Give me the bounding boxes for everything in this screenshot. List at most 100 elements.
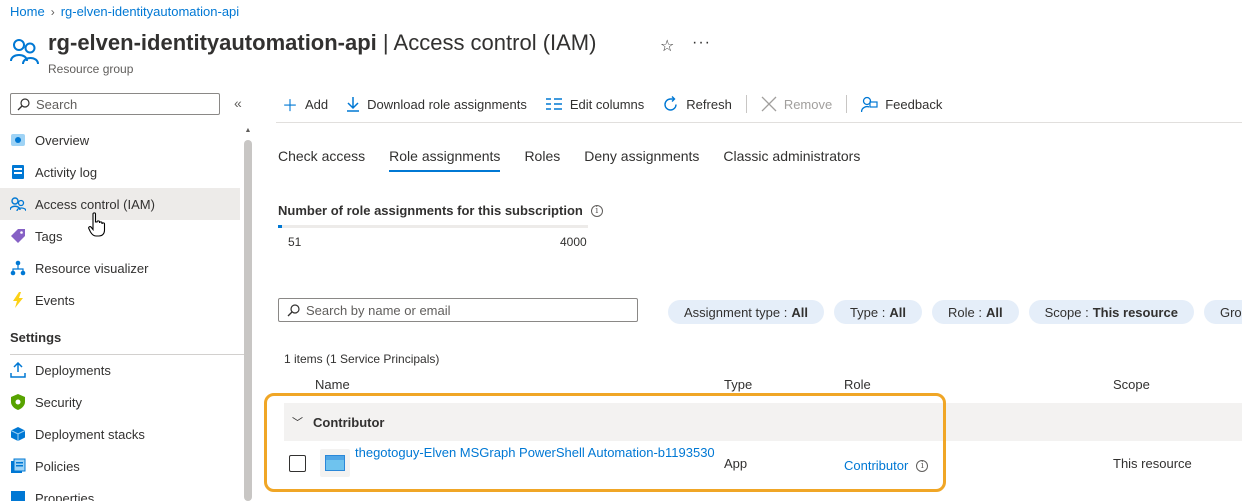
sidebar-item-label: Deployment stacks bbox=[35, 426, 145, 442]
policies-icon bbox=[10, 458, 26, 474]
close-icon bbox=[761, 96, 777, 112]
highlight-annotation bbox=[264, 393, 946, 492]
filter-pill-group[interactable]: Gro bbox=[1203, 300, 1242, 324]
add-label: Add bbox=[305, 96, 329, 112]
search-icon bbox=[287, 303, 300, 316]
assignment-count-bar bbox=[278, 225, 588, 228]
scroll-up-arrow-icon[interactable]: ▲ bbox=[244, 127, 252, 134]
feedback-label: Feedback bbox=[885, 96, 943, 112]
sidebar-item-tags[interactable]: Tags bbox=[0, 220, 240, 252]
pill-key: Scope : bbox=[1044, 304, 1089, 320]
sidebar-item-label: Deployments bbox=[35, 362, 111, 378]
toolbar-divider bbox=[745, 95, 747, 113]
column-header-type[interactable]: Type bbox=[724, 377, 752, 392]
resource-name: rg-elven-identityautomation-api bbox=[48, 30, 377, 55]
filter-pill-type[interactable]: Type : All bbox=[833, 300, 922, 324]
resource-group-users-icon bbox=[10, 39, 39, 65]
download-role-assignments-button[interactable]: Download role assignments bbox=[346, 96, 527, 112]
sidebar-item-properties[interactable]: Properties bbox=[0, 482, 240, 501]
assignment-count-max: 4000 bbox=[560, 235, 587, 249]
assignment-count-current: 51 bbox=[288, 235, 302, 249]
sidebar-item-policies[interactable]: Policies bbox=[0, 450, 240, 482]
star-icon[interactable]: ☆ bbox=[660, 36, 674, 56]
page-title: rg-elven-identityautomation-api | Access… bbox=[48, 30, 596, 56]
filter-pills: Assignment type : All Type : All Role : All… bbox=[668, 300, 1242, 324]
search-by-name-input[interactable]: Search by name or email bbox=[278, 298, 638, 322]
hand-cursor-icon bbox=[88, 212, 106, 237]
toolbar-divider bbox=[846, 95, 848, 113]
sidebar-scrollbar[interactable] bbox=[244, 140, 252, 501]
pill-key: Type : bbox=[849, 304, 886, 320]
remove-button[interactable]: Remove bbox=[761, 96, 832, 112]
sidebar-divider bbox=[10, 354, 248, 355]
sidebar-item-label: Properties bbox=[35, 490, 95, 501]
pill-key: Assignment type : bbox=[684, 304, 788, 320]
sidebar-item-label: Activity log bbox=[35, 164, 98, 180]
command-bar: ＋ Add Download role assignments Edit col… bbox=[282, 92, 960, 116]
sidebar-nav: Overview Activity log Access control (IA… bbox=[0, 124, 240, 501]
sidebar-item-label: Resource visualizer bbox=[35, 260, 149, 276]
sidebar-search-input[interactable]: Search bbox=[10, 93, 220, 115]
tab-classic-administrators[interactable]: Classic administrators bbox=[723, 148, 860, 172]
filter-pill-role[interactable]: Role : All bbox=[932, 300, 1019, 324]
filter-pill-assignment-type[interactable]: Assignment type : All bbox=[668, 300, 824, 324]
lightning-icon bbox=[10, 292, 26, 308]
chevron-right-icon: › bbox=[50, 4, 55, 19]
sidebar-search-placeholder: Search bbox=[36, 96, 78, 112]
pill-key: Gro bbox=[1219, 304, 1242, 320]
visualizer-icon bbox=[10, 260, 26, 276]
breadcrumb-home-link[interactable]: Home bbox=[10, 4, 45, 19]
toolbar-underline bbox=[276, 122, 1242, 123]
page-subtitle: Resource group bbox=[48, 62, 134, 76]
sidebar-item-deployments[interactable]: Deployments bbox=[0, 354, 240, 386]
add-button[interactable]: ＋ Add bbox=[282, 92, 328, 116]
sidebar-item-access-control[interactable]: Access control (IAM) bbox=[0, 188, 240, 220]
sidebar-item-label: Tags bbox=[35, 228, 63, 244]
sidebar-item-deployment-stacks[interactable]: Deployment stacks bbox=[0, 418, 240, 450]
ellipsis-icon[interactable]: ··· bbox=[692, 34, 711, 52]
tab-roles[interactable]: Roles bbox=[524, 148, 560, 172]
info-icon[interactable]: i bbox=[590, 204, 603, 217]
assignment-count-title: Number of role assignments for this subs… bbox=[278, 203, 583, 218]
download-label: Download role assignments bbox=[367, 96, 527, 112]
column-header-name[interactable]: Name bbox=[315, 377, 350, 392]
sidebar-item-label: Events bbox=[35, 292, 75, 308]
pill-value: All bbox=[889, 304, 906, 320]
edit-columns-label: Edit columns bbox=[569, 96, 645, 112]
overview-icon bbox=[10, 132, 26, 148]
sidebar-item-label: Security bbox=[35, 394, 82, 410]
sidebar-item-resource-visualizer[interactable]: Resource visualizer bbox=[0, 252, 240, 284]
pill-value: This resource bbox=[1092, 304, 1178, 320]
plus-icon: ＋ bbox=[282, 98, 299, 115]
column-header-scope[interactable]: Scope bbox=[1113, 377, 1150, 392]
pill-key: Role : bbox=[948, 304, 982, 320]
tab-check-access[interactable]: Check access bbox=[278, 148, 365, 172]
collapse-sidebar-icon[interactable]: « bbox=[234, 95, 242, 111]
breadcrumb-resource-link[interactable]: rg-elven-identityautomation-api bbox=[61, 4, 239, 19]
activity-log-icon bbox=[10, 164, 26, 180]
column-header-role[interactable]: Role bbox=[844, 377, 871, 392]
sidebar-item-activity-log[interactable]: Activity log bbox=[0, 156, 240, 188]
sidebar-item-overview[interactable]: Overview bbox=[0, 124, 240, 156]
feedback-icon bbox=[861, 96, 878, 112]
edit-columns-button[interactable]: Edit columns bbox=[545, 97, 644, 112]
tab-role-assignments[interactable]: Role assignments bbox=[389, 148, 501, 172]
search-icon bbox=[17, 97, 30, 110]
refresh-label: Refresh bbox=[686, 96, 732, 112]
filter-pill-scope[interactable]: Scope : This resource bbox=[1028, 300, 1194, 324]
refresh-icon bbox=[664, 95, 677, 111]
tab-deny-assignments[interactable]: Deny assignments bbox=[584, 148, 699, 172]
refresh-button[interactable]: Refresh bbox=[662, 95, 732, 113]
feedback-button[interactable]: Feedback bbox=[861, 96, 942, 113]
tab-bar: Check access Role assignments Roles Deny… bbox=[278, 148, 884, 172]
sidebar-item-security[interactable]: Security bbox=[0, 386, 240, 418]
pill-value: All bbox=[791, 304, 808, 320]
pill-value: All bbox=[985, 304, 1003, 320]
page-name: Access control (IAM) bbox=[393, 30, 597, 55]
deployments-icon bbox=[10, 362, 26, 378]
properties-icon bbox=[10, 490, 26, 501]
assignment-count-heading: Number of role assignments for this subs… bbox=[278, 203, 603, 218]
sidebar-item-label: Overview bbox=[35, 132, 90, 148]
sidebar-item-label: Access control (IAM) bbox=[35, 196, 155, 212]
sidebar-item-events[interactable]: Events bbox=[0, 284, 240, 316]
